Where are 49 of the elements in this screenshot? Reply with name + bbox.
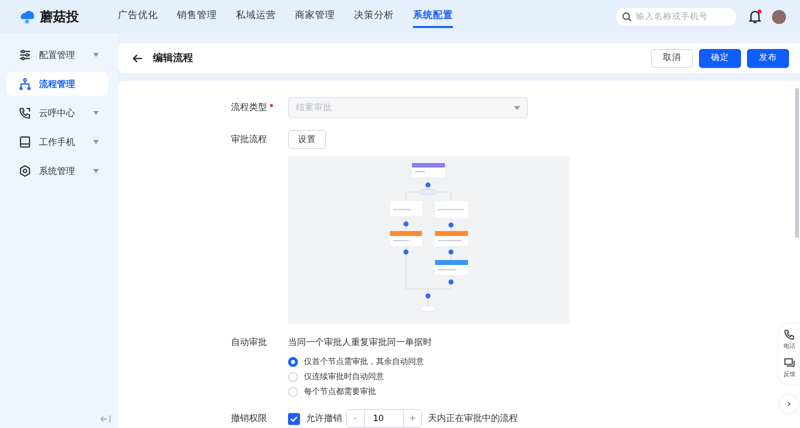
field-label: 自动审批 (231, 336, 268, 349)
radio-option[interactable]: 仅首个节点需审批，其余自动同意 (288, 356, 432, 367)
sidebar-item[interactable]: 系统管理 (7, 159, 108, 183)
nav-tab[interactable]: 决策分析 (354, 5, 394, 28)
sliders-icon (19, 49, 31, 61)
caret-icon (514, 106, 520, 110)
sidebar-item[interactable]: 云呼中心 (7, 101, 108, 125)
nav-tab[interactable]: 销售管理 (177, 5, 217, 28)
scrollbar[interactable] (795, 88, 799, 238)
sidebar-item[interactable]: 流程管理 (7, 72, 108, 96)
phone-icon (784, 329, 795, 340)
back-arrow-icon[interactable] (132, 54, 143, 62)
cloud-logo-icon (18, 10, 36, 24)
sidebar-item[interactable]: 配置管理 (7, 43, 108, 67)
radio-option[interactable]: 仅连续审批时自动同意 (288, 371, 432, 382)
nav-tab[interactable]: 商家管理 (295, 5, 335, 28)
suffix-text: 天内正在审批中的流程 (428, 412, 518, 425)
device-icon (19, 136, 31, 148)
checkmark-icon (290, 416, 298, 422)
number-stepper[interactable]: - 10 + (346, 409, 422, 428)
phone-icon (19, 107, 31, 119)
primary-button[interactable]: 确定 (699, 48, 741, 68)
sidebar-item[interactable]: 工作手机 (7, 130, 108, 154)
checkbox[interactable] (288, 412, 300, 424)
nav-tab[interactable]: 系统配置 (413, 5, 453, 28)
search-field[interactable]: 输入名称或手机号 (616, 8, 736, 26)
bell-icon[interactable] (748, 9, 762, 24)
collapse-icon[interactable] (100, 415, 111, 423)
nav-tab[interactable]: 私域运营 (236, 5, 276, 28)
nav-tab[interactable]: 广告优化 (118, 5, 158, 28)
number-input[interactable]: 10 (364, 410, 404, 427)
gear-icon (19, 165, 31, 177)
radio-button[interactable] (288, 356, 298, 366)
brand-name: 蘑菇投 (40, 8, 79, 26)
field-label: 撤销权限 (231, 412, 268, 425)
radio-option[interactable]: 每个节点都需要审批 (288, 386, 432, 397)
default-button[interactable]: 取消 (651, 48, 693, 68)
flow-icon (19, 78, 31, 90)
field-label: 审批流程 (231, 134, 268, 146)
checkbox-label: 允许撤销 (306, 412, 342, 425)
search-icon (622, 12, 632, 22)
description-text: 当同一个审批人重复审批同一单据时 (288, 336, 432, 349)
primary-button[interactable]: 发布 (747, 48, 789, 68)
page-title: 编辑流程 (153, 51, 194, 65)
chat-icon (784, 357, 795, 368)
field-label: 流程类型 (231, 102, 267, 114)
avatar[interactable] (772, 10, 786, 24)
settings-button[interactable]: 设置 (288, 130, 326, 149)
search-input[interactable]: 输入名称或手机号 (636, 12, 726, 22)
